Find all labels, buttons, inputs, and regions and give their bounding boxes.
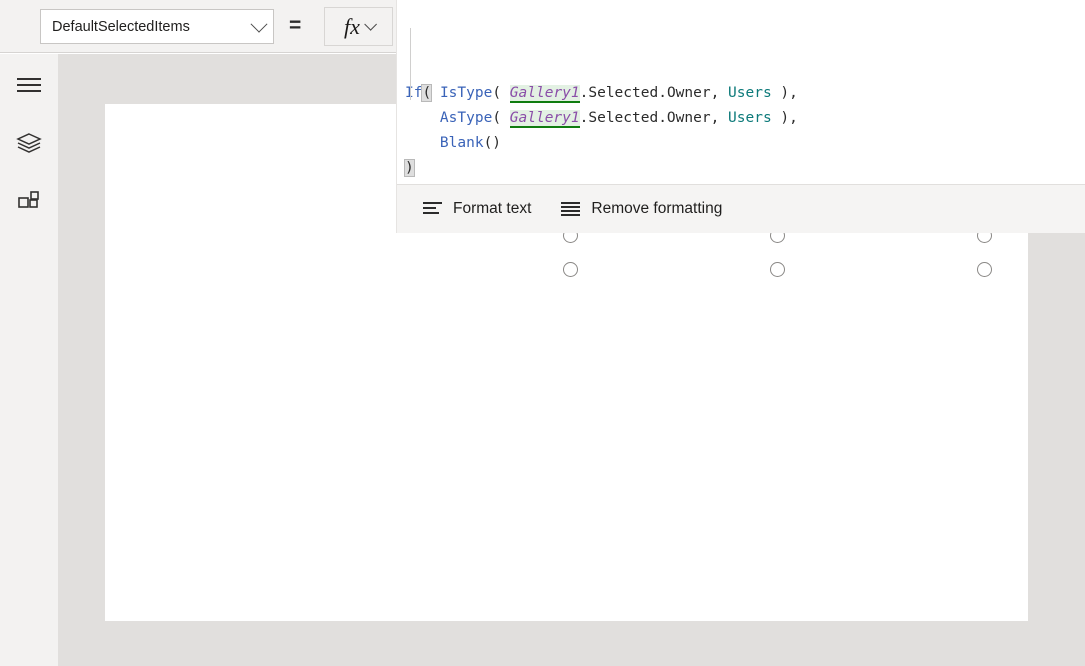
formula-token: ( bbox=[492, 85, 509, 101]
equals-sign: = bbox=[289, 14, 301, 38]
layers-tree-view-icon bbox=[16, 131, 42, 155]
formula-line: ) bbox=[397, 156, 1085, 181]
formula-token: AsType bbox=[440, 110, 492, 126]
sidebar-item-menu[interactable] bbox=[0, 56, 58, 114]
property-selector[interactable]: DefaultSelectedItems bbox=[40, 9, 274, 44]
chevron-down-icon bbox=[364, 18, 377, 31]
formula-line: Blank() bbox=[397, 131, 1085, 156]
formula-token: Blank bbox=[440, 135, 484, 151]
remove-formatting-icon bbox=[561, 202, 580, 216]
formula-token: ( bbox=[492, 110, 509, 126]
resize-handle-bottom-right[interactable] bbox=[977, 262, 992, 277]
remove-formatting-button[interactable]: Remove formatting bbox=[561, 200, 722, 218]
format-text-icon bbox=[423, 202, 442, 216]
formula-line: If( IsType( Gallery1.Selected.Owner, Use… bbox=[397, 81, 1085, 106]
indent-guide bbox=[410, 28, 411, 100]
format-text-label: Format text bbox=[453, 200, 531, 218]
insert-components-icon bbox=[17, 189, 41, 213]
fx-button[interactable]: fx bbox=[324, 7, 393, 46]
fx-icon: fx bbox=[344, 16, 360, 38]
formula-input[interactable]: If( IsType( Gallery1.Selected.Owner, Use… bbox=[397, 0, 1085, 184]
formula-token: ), bbox=[772, 85, 798, 101]
formula-token: If bbox=[405, 85, 422, 101]
resize-handle-bottom-left[interactable] bbox=[563, 262, 578, 277]
sidebar-item-insert[interactable] bbox=[0, 172, 58, 230]
resize-handle-bottom-center[interactable] bbox=[770, 262, 785, 277]
formula-token: IsType bbox=[440, 85, 492, 101]
left-rail bbox=[0, 54, 58, 666]
formula-token bbox=[431, 85, 440, 101]
formula-editor-panel: If( IsType( Gallery1.Selected.Owner, Use… bbox=[396, 0, 1085, 233]
formula-token: Users bbox=[728, 110, 772, 126]
formula-token: () bbox=[484, 135, 501, 151]
hamburger-menu-icon bbox=[17, 78, 41, 92]
formula-token bbox=[405, 135, 440, 151]
format-text-button[interactable]: Format text bbox=[423, 200, 531, 218]
formula-token: .Selected.Owner, bbox=[580, 85, 728, 101]
remove-formatting-label: Remove formatting bbox=[591, 200, 722, 218]
formula-token: ( bbox=[422, 85, 431, 101]
formula-token: Gallery1 bbox=[510, 110, 580, 128]
sidebar-item-tree-view[interactable] bbox=[0, 114, 58, 172]
formula-format-bar: Format text Remove formatting bbox=[397, 184, 1085, 233]
formula-token: .Selected.Owner, bbox=[580, 110, 728, 126]
formula-token: Users bbox=[728, 85, 772, 101]
formula-line: AsType( Gallery1.Selected.Owner, Users )… bbox=[397, 106, 1085, 131]
formula-token bbox=[405, 110, 440, 126]
chevron-down-icon bbox=[251, 15, 268, 32]
formula-token: Gallery1 bbox=[510, 85, 580, 103]
formula-token: ), bbox=[772, 110, 798, 126]
property-selector-label: DefaultSelectedItems bbox=[52, 19, 253, 35]
formula-token: ) bbox=[405, 160, 414, 176]
